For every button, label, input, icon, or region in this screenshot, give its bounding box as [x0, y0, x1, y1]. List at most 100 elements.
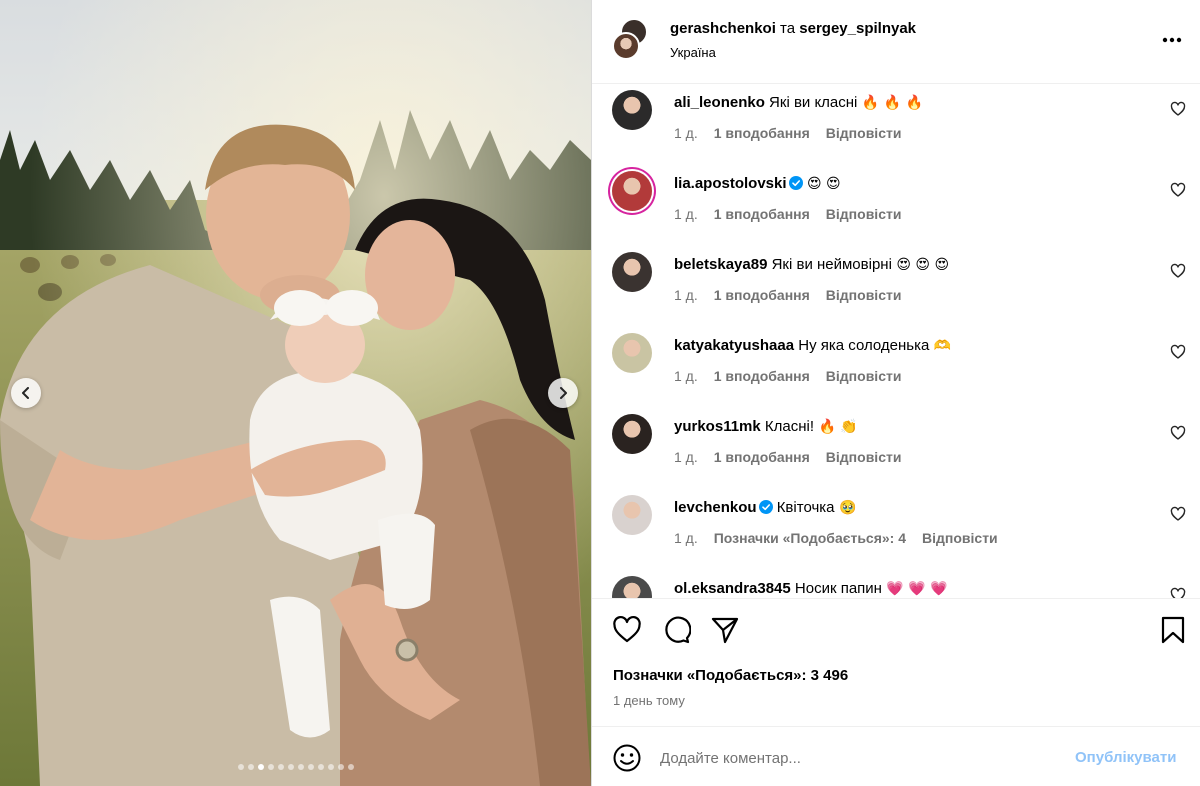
carousel-dot	[317, 764, 324, 770]
comment-icon	[665, 616, 692, 644]
comment-button[interactable]	[661, 615, 692, 645]
comment-text: ali_leonenko Які ви класні 🔥 🔥 🔥	[674, 94, 923, 111]
avatar[interactable]	[612, 414, 652, 454]
avatar[interactable]	[612, 171, 652, 211]
comments-list[interactable]: ali_leonenko Які ви класні 🔥 🔥 🔥 1 д. 1 вп…	[592, 84, 1200, 598]
bookmark-icon	[1161, 616, 1185, 644]
comment-likes[interactable]: 1 вподобання	[714, 287, 810, 303]
comment-like-heart-icon[interactable]	[1170, 344, 1186, 360]
comment-item: ali_leonenko Які ви класні 🔥 🔥 🔥 1 д. 1 вп…	[592, 84, 1200, 164]
comment-likes[interactable]: 1 вподобання	[714, 368, 810, 384]
carousel-dot	[277, 764, 284, 770]
comment-text: levchenkou Квіточка 🥹	[674, 499, 856, 516]
reply-button[interactable]: Відповісти	[826, 287, 902, 303]
comment-body: Ну яка солоденька	[794, 337, 930, 354]
comment-time: 1 д.	[674, 206, 698, 222]
comment-like-heart-icon[interactable]	[1170, 263, 1186, 279]
comment-like-heart-icon[interactable]	[1170, 587, 1186, 598]
save-button[interactable]	[1158, 615, 1188, 645]
post-authors: gerashchenkoi та sergey_spilnyak	[670, 20, 916, 37]
comment-like-heart-icon[interactable]	[1170, 101, 1186, 117]
post-date: 1 день тому	[613, 693, 685, 708]
comment-username[interactable]: yurkos11mk	[674, 418, 761, 435]
comment-time: 1 д.	[674, 125, 698, 141]
comment-emoji: 🔥 👏	[814, 419, 858, 435]
post-photo[interactable]	[0, 0, 591, 786]
comment-text: katyakatyushaaa Ну яка солоденька 🫶	[674, 337, 951, 354]
comment-username[interactable]: lia.apostolovski	[674, 175, 787, 192]
add-comment-bar: Опублікувати	[592, 726, 1200, 786]
avatar[interactable]	[612, 252, 652, 292]
comment-item: levchenkou Квіточка 🥹 1 д. Позначки «Подоб…	[592, 489, 1200, 569]
publish-button[interactable]: Опублікувати	[1075, 749, 1176, 766]
carousel-dot	[347, 764, 354, 770]
carousel-dot	[307, 764, 314, 770]
verified-badge-icon	[758, 500, 773, 514]
comment-likes[interactable]: 1 вподобання	[714, 206, 810, 222]
comment-like-heart-icon[interactable]	[1170, 182, 1186, 198]
reply-button[interactable]: Відповісти	[922, 530, 998, 546]
more-options-button[interactable]	[1160, 30, 1184, 50]
comment-input[interactable]	[660, 745, 1050, 771]
comment-meta: 1 д. 1 вподобання Відповісти	[674, 368, 917, 384]
avatar[interactable]	[612, 495, 652, 535]
likes-count[interactable]: Позначки «Подобається»: 3 496	[613, 667, 848, 684]
emoji-button[interactable]	[612, 743, 642, 773]
share-button[interactable]	[710, 615, 740, 645]
post-header: gerashchenkoi та sergey_spilnyak Україна	[592, 0, 1200, 84]
comment-username[interactable]: ol.eksandra3845	[674, 580, 791, 597]
carousel-dot	[267, 764, 274, 770]
carousel-next-button[interactable]	[548, 378, 578, 408]
collab-avatars[interactable]	[612, 18, 654, 62]
like-button[interactable]	[612, 615, 642, 645]
comment-username[interactable]: ali_leonenko	[674, 94, 765, 111]
carousel-dot	[287, 764, 294, 770]
reply-button[interactable]: Відповісти	[826, 206, 902, 222]
reply-button[interactable]: Відповісти	[826, 125, 902, 141]
carousel-indicator	[0, 764, 591, 770]
heart-icon	[613, 615, 641, 643]
comment-time: 1 д.	[674, 530, 698, 546]
comment-body: Які ви неймовірні	[767, 256, 892, 273]
carousel-prev-button[interactable]	[11, 378, 41, 408]
comment-item: ol.eksandra3845 Носик папин 💗 💗 💗	[592, 570, 1200, 598]
verified-badge-icon	[788, 176, 803, 190]
author-link-primary[interactable]: gerashchenkoi	[670, 20, 776, 37]
comment-time: 1 д.	[674, 287, 698, 303]
comment-like-heart-icon[interactable]	[1170, 425, 1186, 441]
author-link-secondary[interactable]: sergey_spilnyak	[799, 20, 916, 37]
avatar[interactable]	[612, 90, 652, 130]
comment-emoji: 🥹	[834, 500, 857, 516]
comment-likes[interactable]: Позначки «Подобається»: 4	[714, 530, 906, 546]
emoji-icon	[613, 744, 641, 772]
reply-button[interactable]: Відповісти	[826, 368, 902, 384]
comment-username[interactable]: beletskaya89	[674, 256, 767, 273]
comment-meta: 1 д. 1 вподобання Відповісти	[674, 125, 917, 141]
comment-meta: 1 д. 1 вподобання Відповісти	[674, 206, 917, 222]
avatar[interactable]	[612, 576, 652, 598]
post-location[interactable]: Україна	[670, 45, 716, 60]
comment-item: beletskaya89 Які ви неймовірні 😍 😍 😍 1 д.…	[592, 246, 1200, 326]
reply-button[interactable]: Відповісти	[826, 449, 902, 465]
comment-meta: 1 д. 1 вподобання Відповісти	[674, 449, 917, 465]
comment-username[interactable]: levchenkou	[674, 499, 757, 516]
carousel-dot	[257, 764, 264, 770]
comment-item: yurkos11mk Класні! 🔥 👏 1 д. 1 вподобання Ві…	[592, 408, 1200, 488]
avatar[interactable]	[612, 333, 652, 373]
comment-likes[interactable]: 1 вподобання	[714, 449, 810, 465]
comment-likes[interactable]: 1 вподобання	[714, 125, 810, 141]
comment-text: yurkos11mk Класні! 🔥 👏	[674, 418, 858, 435]
comment-body: Носик папин	[790, 580, 882, 597]
chevron-right-icon	[560, 387, 567, 399]
comment-body: Класні!	[760, 418, 815, 435]
comment-meta: 1 д. 1 вподобання Відповісти	[674, 287, 917, 303]
avatar[interactable]	[612, 32, 640, 60]
carousel-dot	[297, 764, 304, 770]
comment-username[interactable]: katyakatyushaaa	[674, 337, 794, 354]
comment-meta: 1 д. Позначки «Подобається»: 4 Відповісти	[674, 530, 1014, 546]
comment-text: ol.eksandra3845 Носик папин 💗 💗 💗	[674, 580, 948, 597]
authors-joiner: та	[780, 20, 796, 37]
share-icon	[711, 617, 739, 644]
family-photo	[0, 0, 591, 786]
comment-like-heart-icon[interactable]	[1170, 506, 1186, 522]
